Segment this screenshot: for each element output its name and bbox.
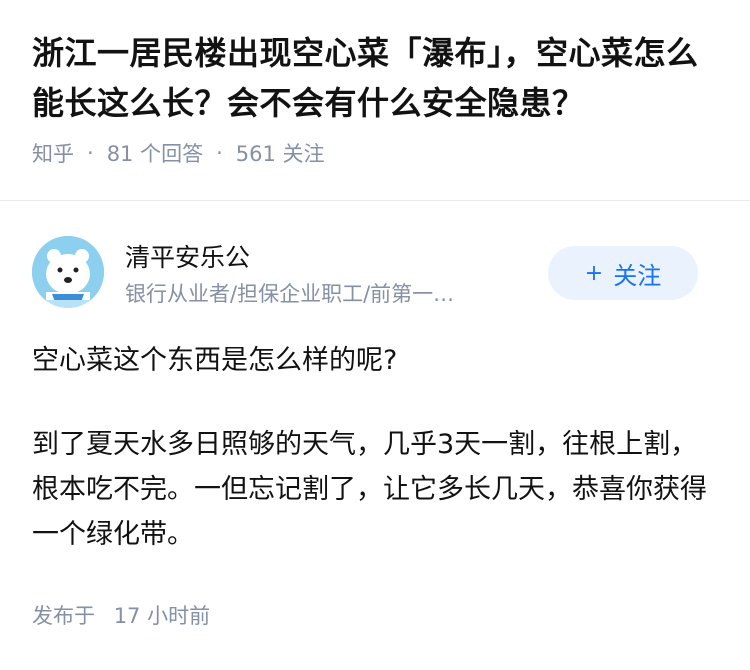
question-header: 浙江一居民楼出现空心菜「瀑布」，空心菜怎么能长这么长？会不会有什么安全隐患？ 知… (32, 28, 722, 168)
question-meta: 知乎 · 81 个回答 · 561 关注 (32, 138, 722, 168)
answer-content: 空心菜这个东西是怎么样的呢? 到了夏天水多日照够的天气，几乎3天一割，往根上割，… (32, 338, 718, 596)
author-name[interactable]: 清平安乐公 (125, 238, 250, 274)
question-title[interactable]: 浙江一居民楼出现空心菜「瀑布」，空心菜怎么能长这么长？会不会有什么安全隐患？ (32, 28, 722, 128)
section-divider (0, 200, 750, 201)
source-label[interactable]: 知乎 (32, 138, 74, 168)
published-label: 发布于 (32, 604, 95, 628)
meta-separator: · (216, 141, 223, 165)
author-bio: 银行从业者/担保企业职工/前第一… (125, 282, 455, 306)
answer-count[interactable]: 81 个回答 (107, 138, 203, 168)
polar-bear-avatar-icon[interactable] (32, 236, 104, 308)
author-card: 清平安乐公 银行从业者/担保企业职工/前第一… + 关注 (32, 236, 718, 312)
follower-count: 561 关注 (235, 142, 325, 166)
publish-info: 发布于 17 小时前 (32, 600, 210, 630)
answer-paragraph: 空心菜这个东西是怎么样的呢? (32, 345, 398, 376)
meta-separator: · (87, 141, 94, 165)
follow-label: 关注 (613, 261, 662, 290)
follow-button[interactable]: + 关注 (548, 246, 698, 300)
answer-paragraph: 到了夏天水多日照够的天气，几乎3天一割，往根上割，根本吃不完。一但忘记割了，让它… (32, 429, 707, 550)
plus-icon: + (584, 260, 604, 286)
published-time: 17 小时前 (113, 604, 211, 628)
